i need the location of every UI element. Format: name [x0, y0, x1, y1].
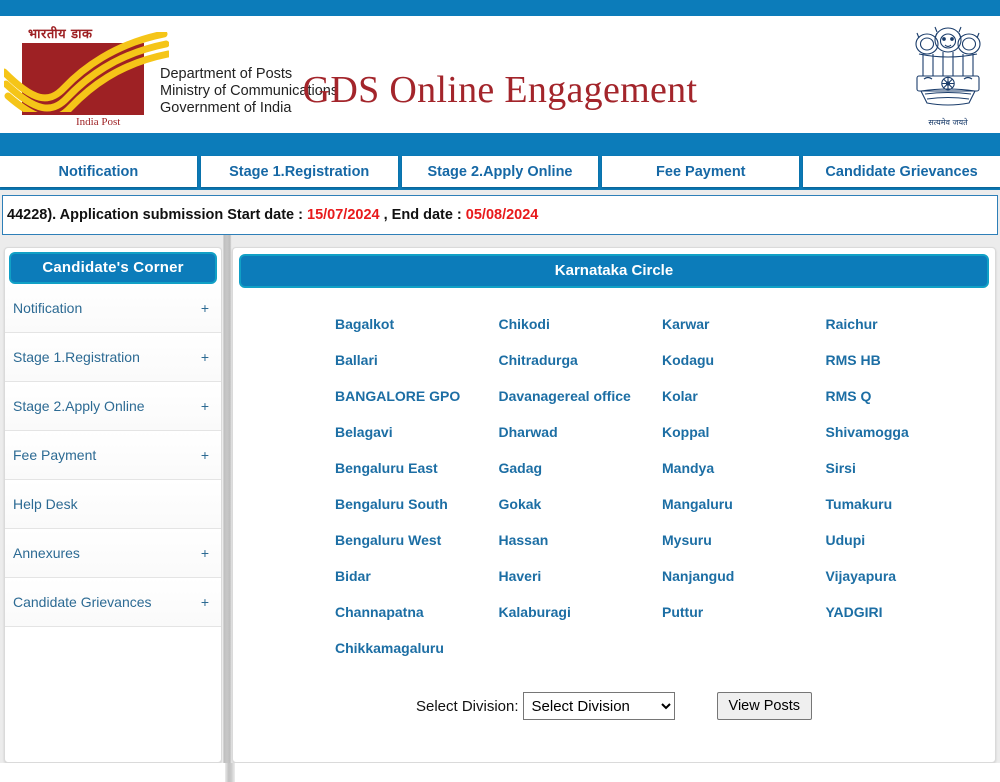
division-link[interactable]: Chitradurga	[499, 342, 663, 378]
division-link[interactable]: Mangaluru	[662, 486, 826, 522]
division-selector-row: Select Division: Select Division View Po…	[239, 692, 989, 720]
sidebar-item-label: Help Desk	[13, 496, 78, 512]
notice-text: 44228). Application submission Start dat…	[3, 207, 538, 223]
division-link[interactable]: Udupi	[826, 522, 990, 558]
candidates-corner-sidebar: Candidate's Corner Notification + Stage …	[4, 247, 222, 763]
page-bottom-area	[0, 763, 1000, 782]
page-title: GDS Online Engagement	[302, 69, 698, 111]
division-link[interactable]: Koppal	[662, 414, 826, 450]
division-link[interactable]: RMS Q	[826, 378, 990, 414]
division-link[interactable]: Vijayapura	[826, 558, 990, 594]
sidebar-item-label: Stage 2.Apply Online	[13, 398, 145, 414]
plus-icon[interactable]: +	[201, 594, 209, 610]
sidebar-item-label: Stage 1.Registration	[13, 349, 140, 365]
division-link[interactable]: YADGIRI	[826, 594, 990, 630]
scrollbar-stub[interactable]	[225, 763, 235, 782]
sidebar-item-stage1-registration[interactable]: Stage 1.Registration +	[5, 333, 221, 382]
tab-notification[interactable]: Notification	[0, 156, 197, 187]
division-link[interactable]: Kolar	[662, 378, 826, 414]
ashoka-lion-capital-icon	[915, 26, 981, 106]
plus-icon[interactable]: +	[201, 545, 209, 561]
division-link[interactable]: Bidar	[335, 558, 499, 594]
division-link[interactable]: Tumakuru	[826, 486, 990, 522]
division-link[interactable]: Belagavi	[335, 414, 499, 450]
notice-start-date: 15/07/2024	[307, 207, 380, 223]
division-link[interactable]: Davanagereal office	[499, 378, 663, 414]
division-link[interactable]: RMS HB	[826, 342, 990, 378]
division-link[interactable]: Bagalkot	[335, 306, 499, 342]
india-post-hindi-text: भारतीय डाक	[28, 27, 93, 42]
division-link[interactable]: Mandya	[662, 450, 826, 486]
division-link[interactable]: Nanjangud	[662, 558, 826, 594]
circle-divisions-panel: Karnataka Circle Bagalkot Chikodi Karwar…	[232, 247, 996, 763]
division-link[interactable]: Gadag	[499, 450, 663, 486]
sidebar-item-label: Fee Payment	[13, 447, 97, 463]
tab-fee-payment[interactable]: Fee Payment	[602, 156, 800, 187]
division-grid-spacer	[662, 630, 826, 666]
main-navigation-bar: Notification Stage 1.Registration Stage …	[0, 133, 1000, 190]
plus-icon[interactable]: +	[201, 349, 209, 365]
tab-candidate-grievances[interactable]: Candidate Grievances	[803, 156, 1000, 187]
top-accent-strip	[0, 0, 1000, 16]
plus-icon[interactable]: +	[201, 300, 209, 316]
division-link[interactable]: Karwar	[662, 306, 826, 342]
division-grid-spacer	[499, 630, 663, 666]
select-division-dropdown[interactable]: Select Division	[522, 692, 675, 720]
division-link[interactable]: Bengaluru East	[335, 450, 499, 486]
plus-icon[interactable]: +	[201, 398, 209, 414]
sidebar-title: Candidate's Corner	[9, 252, 217, 284]
sidebar-item-label: Candidate Grievances	[13, 594, 152, 610]
notice-middle: , End date :	[379, 207, 466, 223]
notice-prefix: 44228). Application submission Start dat…	[7, 207, 308, 223]
division-link[interactable]: Kalaburagi	[499, 594, 663, 630]
view-posts-button[interactable]: View Posts	[716, 692, 812, 720]
notice-bar-wrapper: 44228). Application submission Start dat…	[0, 190, 1000, 235]
sidebar-item-annexures[interactable]: Annexures +	[5, 529, 221, 578]
sidebar-item-label: Annexures	[13, 545, 80, 561]
division-link[interactable]: Chikodi	[499, 306, 663, 342]
division-link[interactable]: Shivamogga	[826, 414, 990, 450]
national-emblem: सत्यमेव जयते	[906, 24, 990, 132]
division-link[interactable]: Bengaluru West	[335, 522, 499, 558]
circle-title: Karnataka Circle	[239, 254, 989, 288]
division-link[interactable]: Hassan	[499, 522, 663, 558]
page-body: Candidate's Corner Notification + Stage …	[0, 235, 1000, 782]
sidebar-item-candidate-grievances[interactable]: Candidate Grievances +	[5, 578, 221, 627]
division-links-grid: Bagalkot Chikodi Karwar Raichur Ballari …	[239, 288, 989, 666]
division-link[interactable]: Kodagu	[662, 342, 826, 378]
division-link[interactable]: Bengaluru South	[335, 486, 499, 522]
division-grid-spacer	[826, 630, 990, 666]
notice-marquee-box: 44228). Application submission Start dat…	[2, 195, 998, 235]
division-link[interactable]: Chikkamagaluru	[335, 630, 499, 666]
india-post-caption: India Post	[76, 116, 121, 128]
division-link[interactable]: Gokak	[499, 486, 663, 522]
select-division-label: Select Division:	[415, 697, 519, 715]
tab-stage1-registration[interactable]: Stage 1.Registration	[200, 156, 398, 187]
sidebar-item-fee-payment[interactable]: Fee Payment +	[5, 431, 221, 480]
division-link[interactable]: Puttur	[662, 594, 826, 630]
division-link[interactable]: BANGALORE GPO	[335, 378, 499, 414]
sidebar-item-label: Notification	[13, 300, 83, 316]
division-link[interactable]: Raichur	[826, 306, 990, 342]
division-link[interactable]: Ballari	[335, 342, 499, 378]
sidebar-item-help-desk[interactable]: Help Desk	[5, 480, 221, 529]
division-link[interactable]: Haveri	[499, 558, 663, 594]
nav-tab-list: Notification Stage 1.Registration Stage …	[0, 156, 1000, 190]
sidebar-item-notification[interactable]: Notification +	[5, 284, 221, 333]
site-banner: भारतीय डाक India Post Department of Post…	[0, 16, 1000, 133]
sidebar-item-stage2-apply-online[interactable]: Stage 2.Apply Online +	[5, 382, 221, 431]
division-link[interactable]: Mysuru	[662, 522, 826, 558]
vertical-scrollbar[interactable]	[222, 235, 232, 782]
plus-icon[interactable]: +	[201, 447, 209, 463]
division-link[interactable]: Sirsi	[826, 450, 990, 486]
division-link[interactable]: Channapatna	[335, 594, 499, 630]
tab-stage2-apply-online[interactable]: Stage 2.Apply Online	[401, 156, 599, 187]
division-link[interactable]: Dharwad	[499, 414, 663, 450]
emblem-motto-text: सत्यमेव जयते	[928, 118, 968, 127]
notice-end-date: 05/08/2024	[465, 207, 539, 223]
